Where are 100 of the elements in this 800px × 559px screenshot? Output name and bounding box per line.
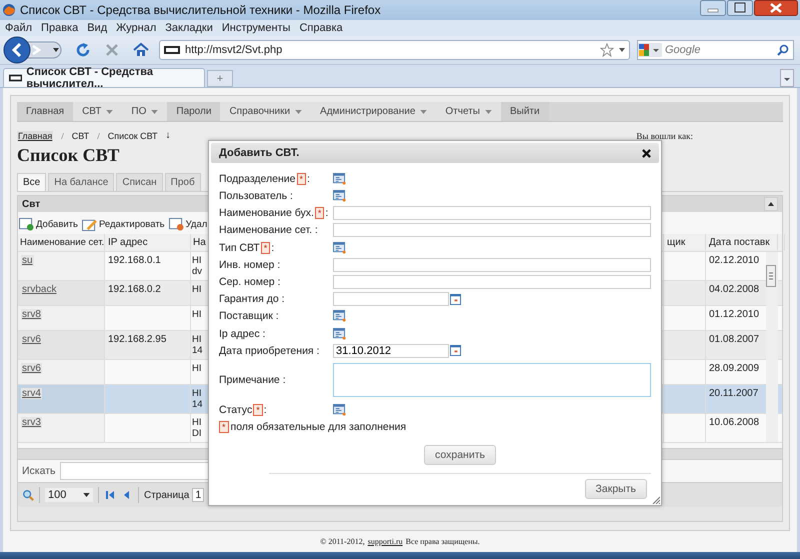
grid-caption: Свт: [22, 198, 40, 210]
menu-item[interactable]: Закладки: [165, 22, 213, 34]
lookup-icon[interactable]: [333, 190, 346, 202]
nav-menu-item[interactable]: Администрирование: [311, 102, 436, 121]
close-icon[interactable]: [642, 148, 651, 158]
collapse-icon[interactable]: [764, 197, 778, 211]
menu-item[interactable]: Вид: [87, 22, 108, 34]
row-selector-cell[interactable]: srv6: [18, 360, 105, 384]
delete-icon: [168, 218, 184, 231]
row-selector-cell[interactable]: su: [18, 252, 105, 280]
maximize-icon[interactable]: [727, 0, 753, 16]
page-tab[interactable]: Все: [17, 173, 46, 191]
label-colon: :: [307, 172, 310, 185]
page-tab[interactable]: Списан: [116, 173, 163, 191]
column-header[interactable]: Дата поставк: [706, 234, 778, 251]
text-field[interactable]: [333, 206, 651, 220]
search-icon[interactable]: [777, 44, 789, 56]
toolbar-button[interactable]: Удал: [168, 218, 208, 231]
menu-item[interactable]: Журнал: [116, 22, 156, 34]
row-selector-cell[interactable]: srv6: [18, 331, 105, 359]
nav-menu-item[interactable]: Выйти: [500, 102, 549, 121]
row-selector-cell[interactable]: srv3: [18, 414, 105, 442]
new-tab-button[interactable]: +: [207, 70, 233, 87]
nav-menu-item[interactable]: Главная: [17, 102, 74, 121]
star-icon[interactable]: [600, 43, 614, 57]
column-header[interactable]: IP адрес: [105, 234, 191, 251]
field-label: Пользователь :: [219, 190, 293, 202]
first-page-icon[interactable]: [104, 489, 116, 501]
table-cell: 28.09.2009: [709, 363, 760, 374]
breadcrumb-link[interactable]: Главная: [17, 130, 54, 140]
row-link[interactable]: srv4: [21, 388, 42, 399]
table-cell: 01.12.2010: [709, 309, 760, 320]
browser-tab[interactable]: Список СВТ - Средства вычислител...: [3, 68, 205, 87]
vertical-scrollbar[interactable]: [766, 252, 778, 442]
footer-link[interactable]: supporti.ru: [368, 537, 403, 546]
lookup-icon[interactable]: [333, 310, 346, 322]
row-selector-cell[interactable]: srv8: [18, 306, 105, 330]
toolbar-button[interactable]: Редактировать: [82, 218, 165, 231]
field-label: Подразделение: [219, 172, 296, 185]
close-icon[interactable]: [754, 0, 798, 16]
table-cell: HI: [192, 363, 202, 374]
table-cell: HI: [192, 334, 202, 345]
save-button[interactable]: сохранить: [424, 444, 496, 465]
menu-item[interactable]: Инструменты: [222, 22, 290, 34]
menu-item[interactable]: Правка: [41, 22, 78, 34]
calendar-icon[interactable]: [450, 345, 461, 356]
resize-handle-icon[interactable]: [652, 496, 660, 504]
page-tab[interactable]: Проб: [164, 173, 201, 191]
dropdown-icon[interactable]: [619, 48, 625, 52]
home-icon[interactable]: [133, 42, 149, 58]
column-header[interactable]: Наименование сет.: [18, 234, 105, 251]
nav-menu-item[interactable]: Пароли: [167, 102, 220, 121]
nav-menu-item[interactable]: Справочники: [220, 102, 312, 121]
nav-menu-item[interactable]: ПО: [122, 102, 168, 121]
nav-menu-item[interactable]: Отчеты: [436, 102, 501, 121]
row-link[interactable]: srv3: [21, 417, 42, 428]
row-selector-cell[interactable]: srvback: [18, 281, 105, 305]
text-field[interactable]: [333, 258, 651, 272]
tab-list-icon[interactable]: [780, 69, 794, 87]
toolbar-button[interactable]: Добавить: [19, 218, 78, 231]
required-note: поля обязательные для заполнения: [230, 420, 406, 433]
page-number-field[interactable]: 1: [192, 488, 204, 502]
search-engine-icon[interactable]: [638, 43, 662, 57]
page-tab[interactable]: На балансе: [48, 173, 114, 191]
row-link[interactable]: srv6: [21, 363, 42, 374]
menu-item[interactable]: Справка: [299, 22, 343, 34]
lookup-icon[interactable]: [333, 242, 346, 254]
lookup-icon[interactable]: [333, 172, 346, 185]
note-field[interactable]: [333, 363, 651, 398]
text-field[interactable]: [333, 275, 651, 290]
sort-mark: ↓: [166, 130, 171, 141]
text-field[interactable]: [333, 223, 651, 238]
required-mark: *: [219, 420, 229, 433]
lookup-icon[interactable]: [333, 404, 346, 416]
lookup-icon[interactable]: [333, 328, 346, 340]
close-button[interactable]: Закрыть: [584, 479, 647, 500]
table-cell: HI: [192, 284, 202, 295]
row-link[interactable]: srv8: [21, 309, 42, 320]
row-link[interactable]: srvback: [21, 284, 58, 295]
row-selector-cell[interactable]: srv4: [18, 385, 105, 413]
search-box[interactable]: Google: [637, 40, 794, 60]
table-cell: DI: [192, 428, 202, 439]
nav-menu-item[interactable]: СВТ: [73, 102, 122, 121]
row-link[interactable]: srv6: [21, 334, 42, 345]
date-field[interactable]: 31.10.2012: [333, 344, 449, 358]
column-header[interactable]: щик: [664, 234, 706, 251]
calendar-icon[interactable]: [450, 294, 461, 305]
field-label: Сер. номер :: [219, 276, 280, 288]
required-mark: *: [314, 207, 324, 220]
page-size-select[interactable]: 100: [45, 488, 93, 502]
menu-item[interactable]: Файл: [5, 22, 32, 34]
address-bar[interactable]: http://msvt2/Svt.php: [159, 40, 630, 60]
row-link[interactable]: su: [21, 255, 34, 266]
date-field[interactable]: [333, 292, 449, 306]
breadcrumb-separator: /: [61, 130, 64, 140]
search-icon[interactable]: [22, 489, 34, 501]
minimize-icon[interactable]: [700, 0, 726, 16]
reload-icon[interactable]: [75, 42, 91, 58]
scroll-thumb-icon[interactable]: [766, 265, 776, 287]
edit-icon: [82, 218, 97, 231]
